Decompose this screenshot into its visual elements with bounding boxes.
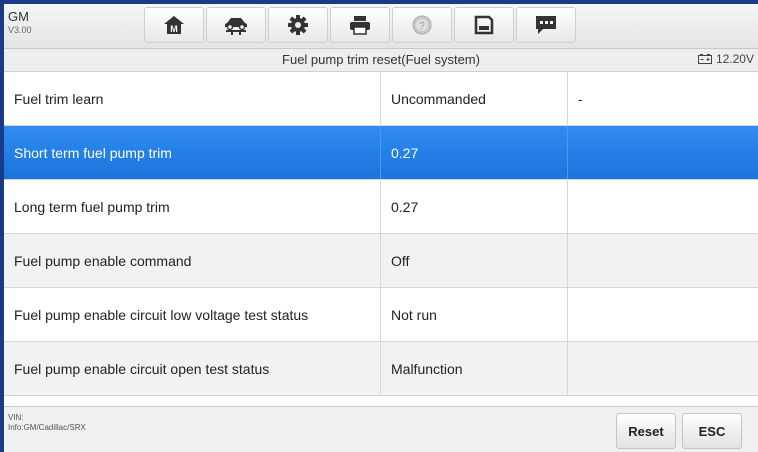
parameter-value: Uncommanded: [381, 72, 568, 125]
svg-text:M: M: [170, 24, 178, 34]
parameter-value: 0.27: [381, 180, 568, 233]
table-row[interactable]: Fuel trim learn Uncommanded -: [4, 72, 758, 126]
page-title: Fuel pump trim reset(Fuel system): [282, 52, 480, 67]
parameter-value: Not run: [381, 288, 568, 341]
save-button[interactable]: [454, 7, 514, 43]
parameter-name: Fuel pump enable command: [4, 234, 381, 287]
vin-label: VIN:: [8, 413, 24, 422]
esc-button[interactable]: ESC: [682, 413, 742, 449]
version-label: V3.00: [8, 25, 32, 35]
parameter-unit: [568, 180, 758, 233]
bottom-bar: VIN: Info:GM/Cadillac/SRX Reset ESC: [4, 406, 758, 452]
home-button[interactable]: M: [144, 7, 204, 43]
parameter-value: Malfunction: [381, 342, 568, 395]
battery-voltage: 12.20V: [715, 52, 754, 66]
help-icon: ?: [412, 15, 432, 35]
vehicle-lift-icon: [225, 18, 247, 35]
printer-icon: [350, 16, 370, 35]
print-button[interactable]: [330, 7, 390, 43]
parameter-unit: [568, 342, 758, 395]
vehicle-info: Info:GM/Cadillac/SRX: [8, 423, 86, 432]
gear-icon: [288, 15, 308, 35]
battery-icon: [697, 54, 712, 64]
parameter-name: Fuel pump enable circuit low voltage tes…: [4, 288, 381, 341]
settings-button[interactable]: [268, 7, 328, 43]
save-icon: [474, 15, 494, 35]
vehicle-lift-button[interactable]: [206, 7, 266, 43]
message-button[interactable]: [516, 7, 576, 43]
parameter-name: Fuel pump enable circuit open test statu…: [4, 342, 381, 395]
table-row-selected[interactable]: Short term fuel pump trim 0.27: [4, 126, 758, 180]
brand-name: GM: [8, 9, 29, 24]
title-bar: Fuel pump trim reset(Fuel system) 12.20V: [4, 49, 758, 72]
data-stream-table: Fuel trim learn Uncommanded - Short term…: [4, 72, 758, 396]
parameter-value: Off: [381, 234, 568, 287]
app-window: GM V3.00 M ? Fuel pump trim reset(Fuel s…: [4, 4, 758, 452]
parameter-unit: [568, 126, 758, 179]
brand: GM V3.00: [8, 10, 32, 36]
svg-text:?: ?: [419, 21, 425, 32]
parameter-unit: [568, 288, 758, 341]
reset-button[interactable]: Reset: [616, 413, 676, 449]
battery-status: 12.20V: [697, 52, 754, 66]
home-icon: M: [164, 16, 184, 34]
help-button[interactable]: ?: [392, 7, 452, 43]
table-row[interactable]: Fuel pump enable circuit low voltage tes…: [4, 288, 758, 342]
message-icon: [536, 16, 556, 34]
toolbar-buttons: M ?: [144, 7, 578, 43]
parameter-name: Short term fuel pump trim: [4, 126, 381, 179]
table-row[interactable]: Long term fuel pump trim 0.27: [4, 180, 758, 234]
table-row[interactable]: Fuel pump enable command Off: [4, 234, 758, 288]
top-toolbar: GM V3.00 M ?: [4, 4, 758, 49]
parameter-unit: -: [578, 90, 583, 107]
parameter-unit: [568, 234, 758, 287]
parameter-name: Long term fuel pump trim: [4, 180, 381, 233]
parameter-name: Fuel trim learn: [4, 72, 381, 125]
table-row[interactable]: Fuel pump enable circuit open test statu…: [4, 342, 758, 396]
parameter-value: 0.27: [381, 126, 568, 179]
